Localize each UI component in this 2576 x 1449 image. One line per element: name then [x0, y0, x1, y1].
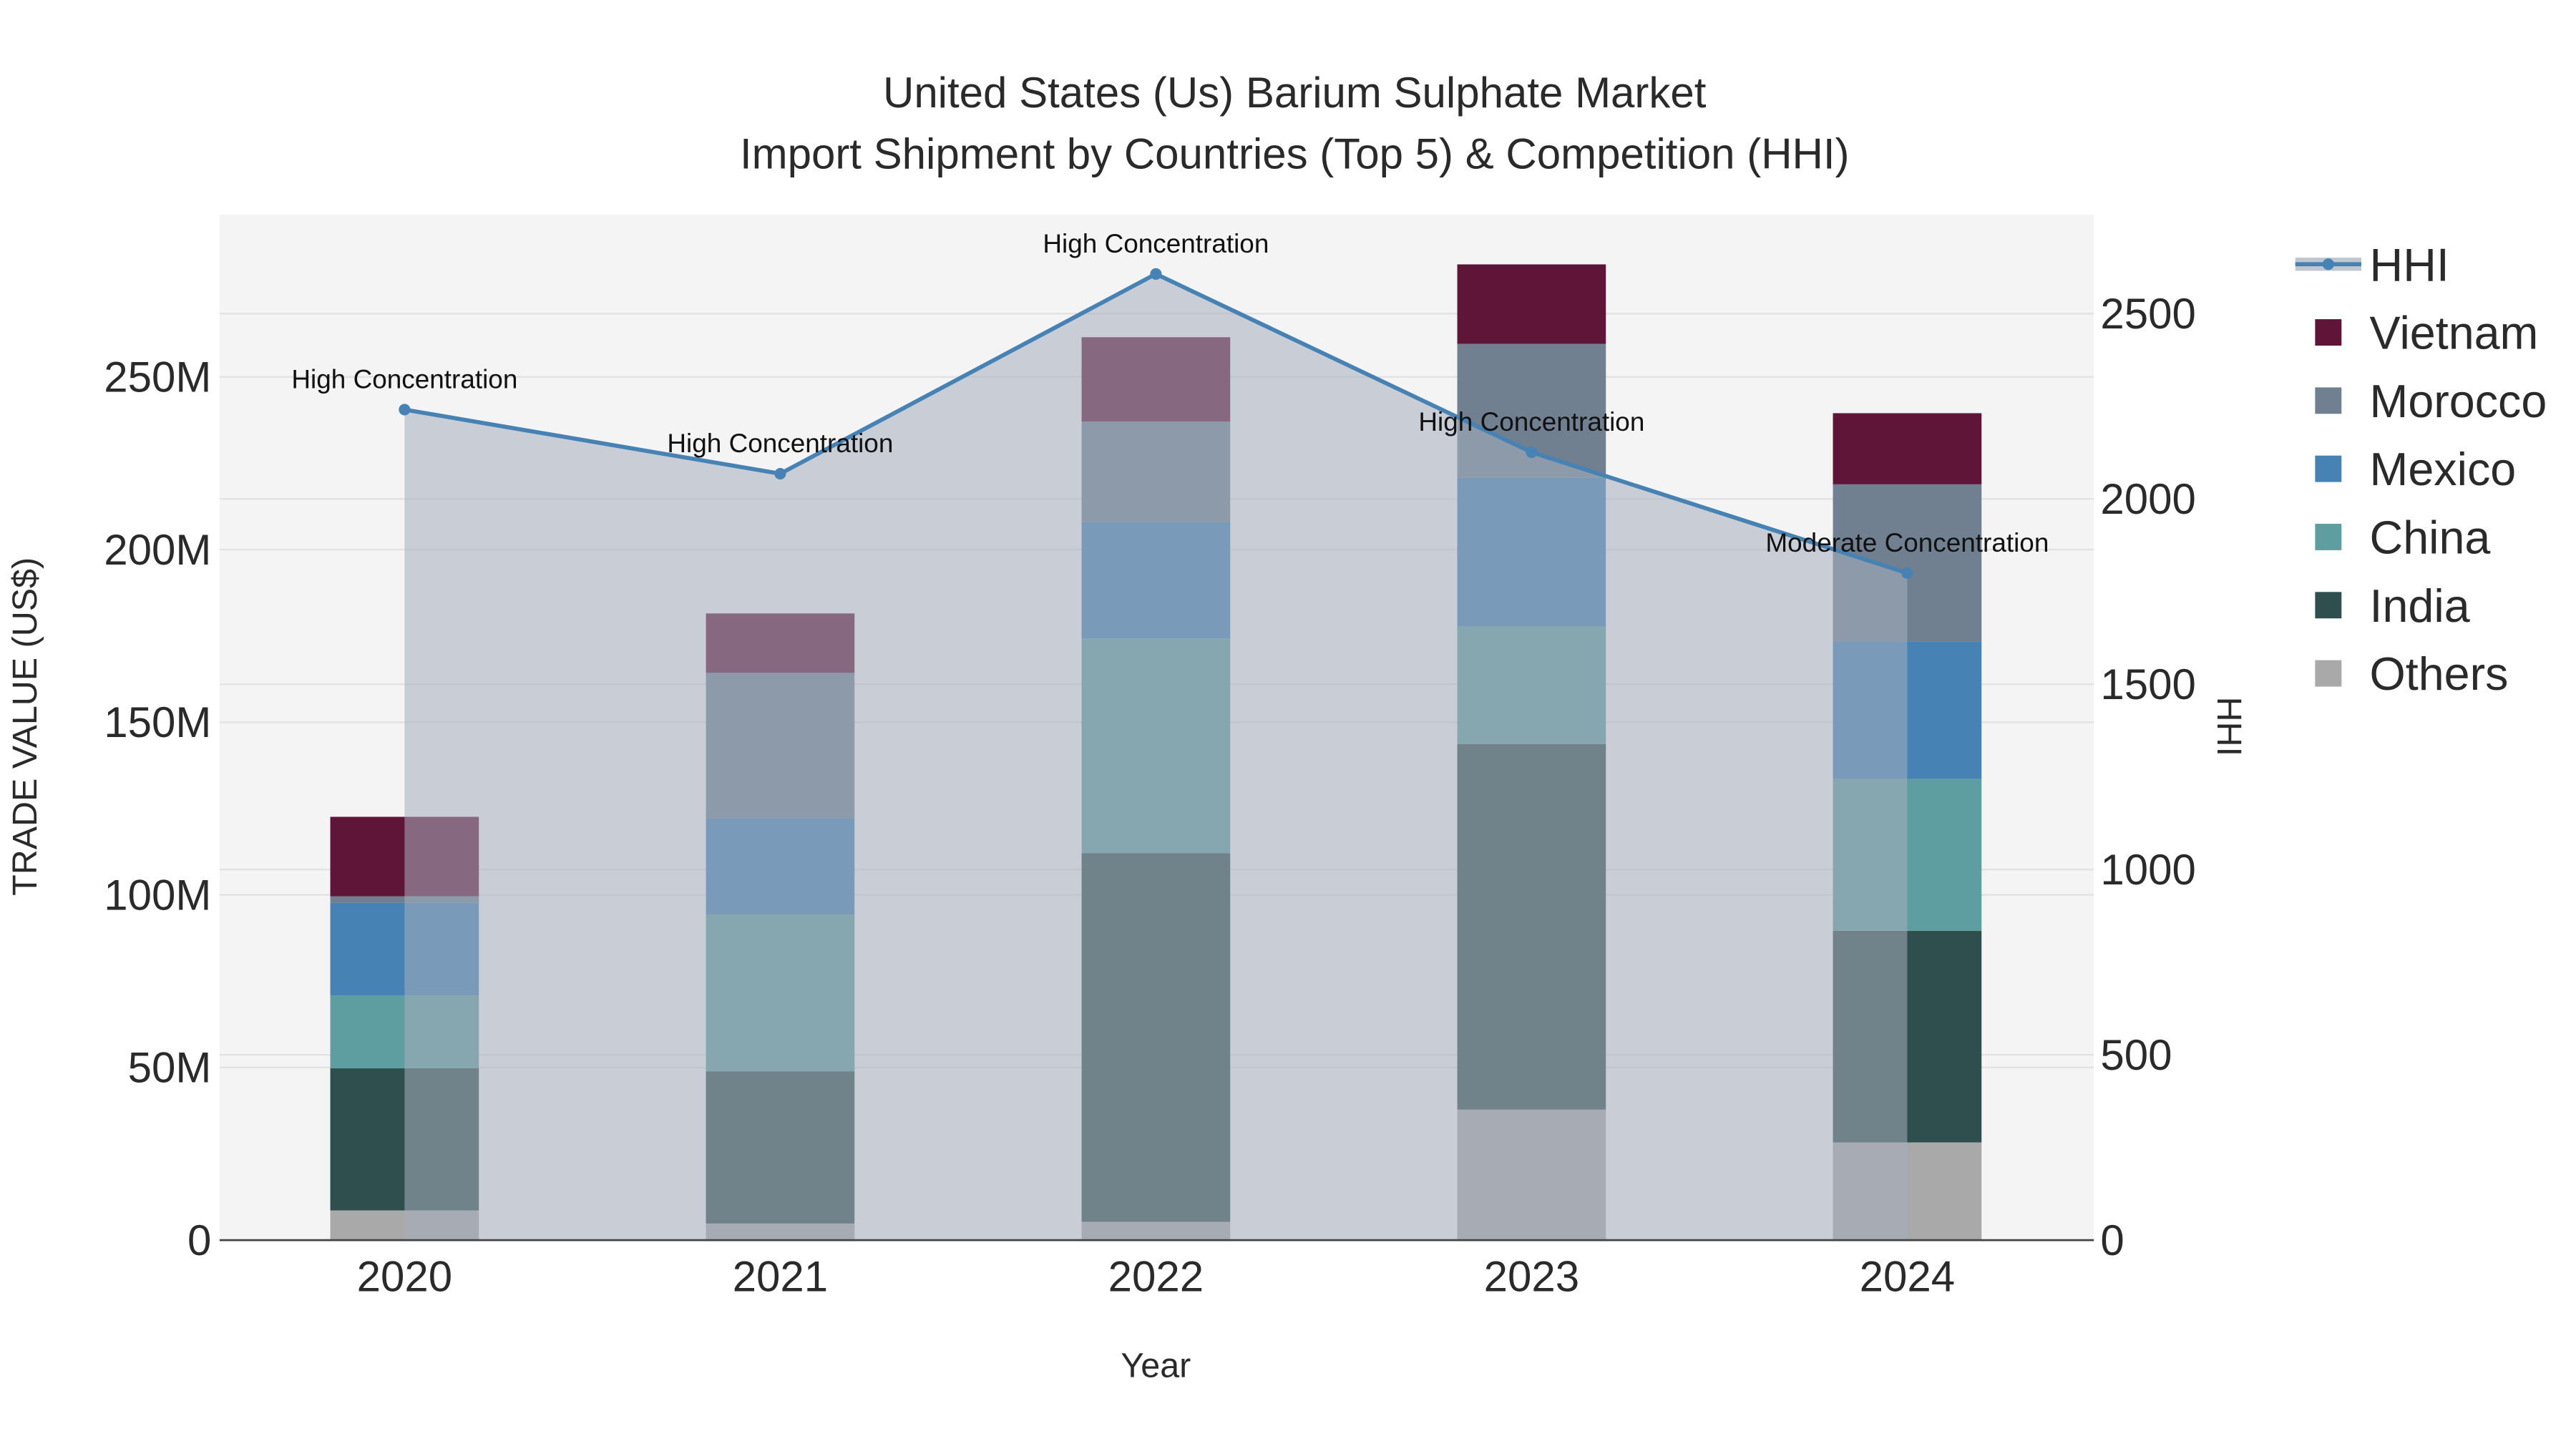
chart-title-line1: United States (Us) Barium Sulphate Marke… — [883, 69, 1707, 117]
bar-vietnam-2024 — [1833, 413, 1982, 484]
legend-label-india: India — [2370, 580, 2470, 632]
legend-swatch-others — [2315, 660, 2342, 687]
hhi-annotation: High Concentration — [1418, 407, 1644, 436]
y-tick-label: 150M — [104, 698, 211, 746]
legend-swatch-india — [2315, 592, 2342, 619]
hhi-point — [399, 404, 411, 416]
legend-label-morocco: Morocco — [2370, 376, 2547, 427]
hhi-point — [774, 467, 786, 480]
y-tick-label: 50M — [128, 1044, 212, 1092]
hhi-annotation: High Concentration — [1043, 229, 1269, 258]
legend-swatch-morocco — [2315, 387, 2342, 414]
legend-label-hhi: HHI — [2370, 239, 2449, 291]
y-axis-title: TRADE VALUE (US$) — [6, 557, 44, 896]
y-tick-label: 0 — [187, 1216, 211, 1264]
y2-axis-title: HHI — [2210, 697, 2248, 756]
x-tick-label: 2023 — [1484, 1253, 1579, 1301]
y-tick-label: 200M — [104, 526, 211, 574]
hhi-annotation: High Concentration — [291, 364, 517, 394]
y2-tick-label: 1000 — [2100, 846, 2195, 894]
x-tick-label: 2022 — [1108, 1253, 1204, 1301]
legend-hhi-marker — [2322, 258, 2334, 270]
hhi-point — [1901, 567, 1913, 579]
bar-vietnam-2023 — [1457, 264, 1606, 344]
hhi-point — [1150, 268, 1162, 280]
chart-title-line2: Import Shipment by Countries (Top 5) & C… — [740, 130, 1850, 177]
x-axis-title: Year — [1121, 1347, 1191, 1385]
x-tick-label: 2020 — [357, 1253, 452, 1301]
hhi-point — [1526, 446, 1538, 459]
y2-tick-label: 1500 — [2100, 660, 2195, 708]
legend-swatch-mexico — [2315, 455, 2342, 482]
legend-swatch-vietnam — [2315, 319, 2342, 346]
y2-tick-label: 0 — [2100, 1216, 2124, 1264]
x-tick-label: 2024 — [1860, 1253, 1955, 1301]
y2-tick-label: 2500 — [2100, 290, 2195, 338]
y-tick-label: 100M — [104, 871, 211, 919]
x-tick-label: 2021 — [733, 1253, 828, 1301]
legend-swatch-china — [2315, 524, 2342, 550]
y-tick-label: 250M — [104, 353, 211, 401]
legend-label-mexico: Mexico — [2370, 444, 2517, 495]
hhi-annotation: High Concentration — [667, 429, 893, 458]
y2-tick-label: 2000 — [2100, 475, 2195, 523]
chart: United States (Us) Barium Sulphate Marke… — [6, 69, 2547, 1385]
y2-tick-label: 500 — [2100, 1031, 2172, 1079]
legend-label-china: China — [2370, 512, 2491, 564]
legend-label-others: Others — [2370, 648, 2509, 700]
hhi-annotation: Moderate Concentration — [1765, 528, 2049, 557]
legend-label-vietnam: Vietnam — [2370, 308, 2539, 359]
